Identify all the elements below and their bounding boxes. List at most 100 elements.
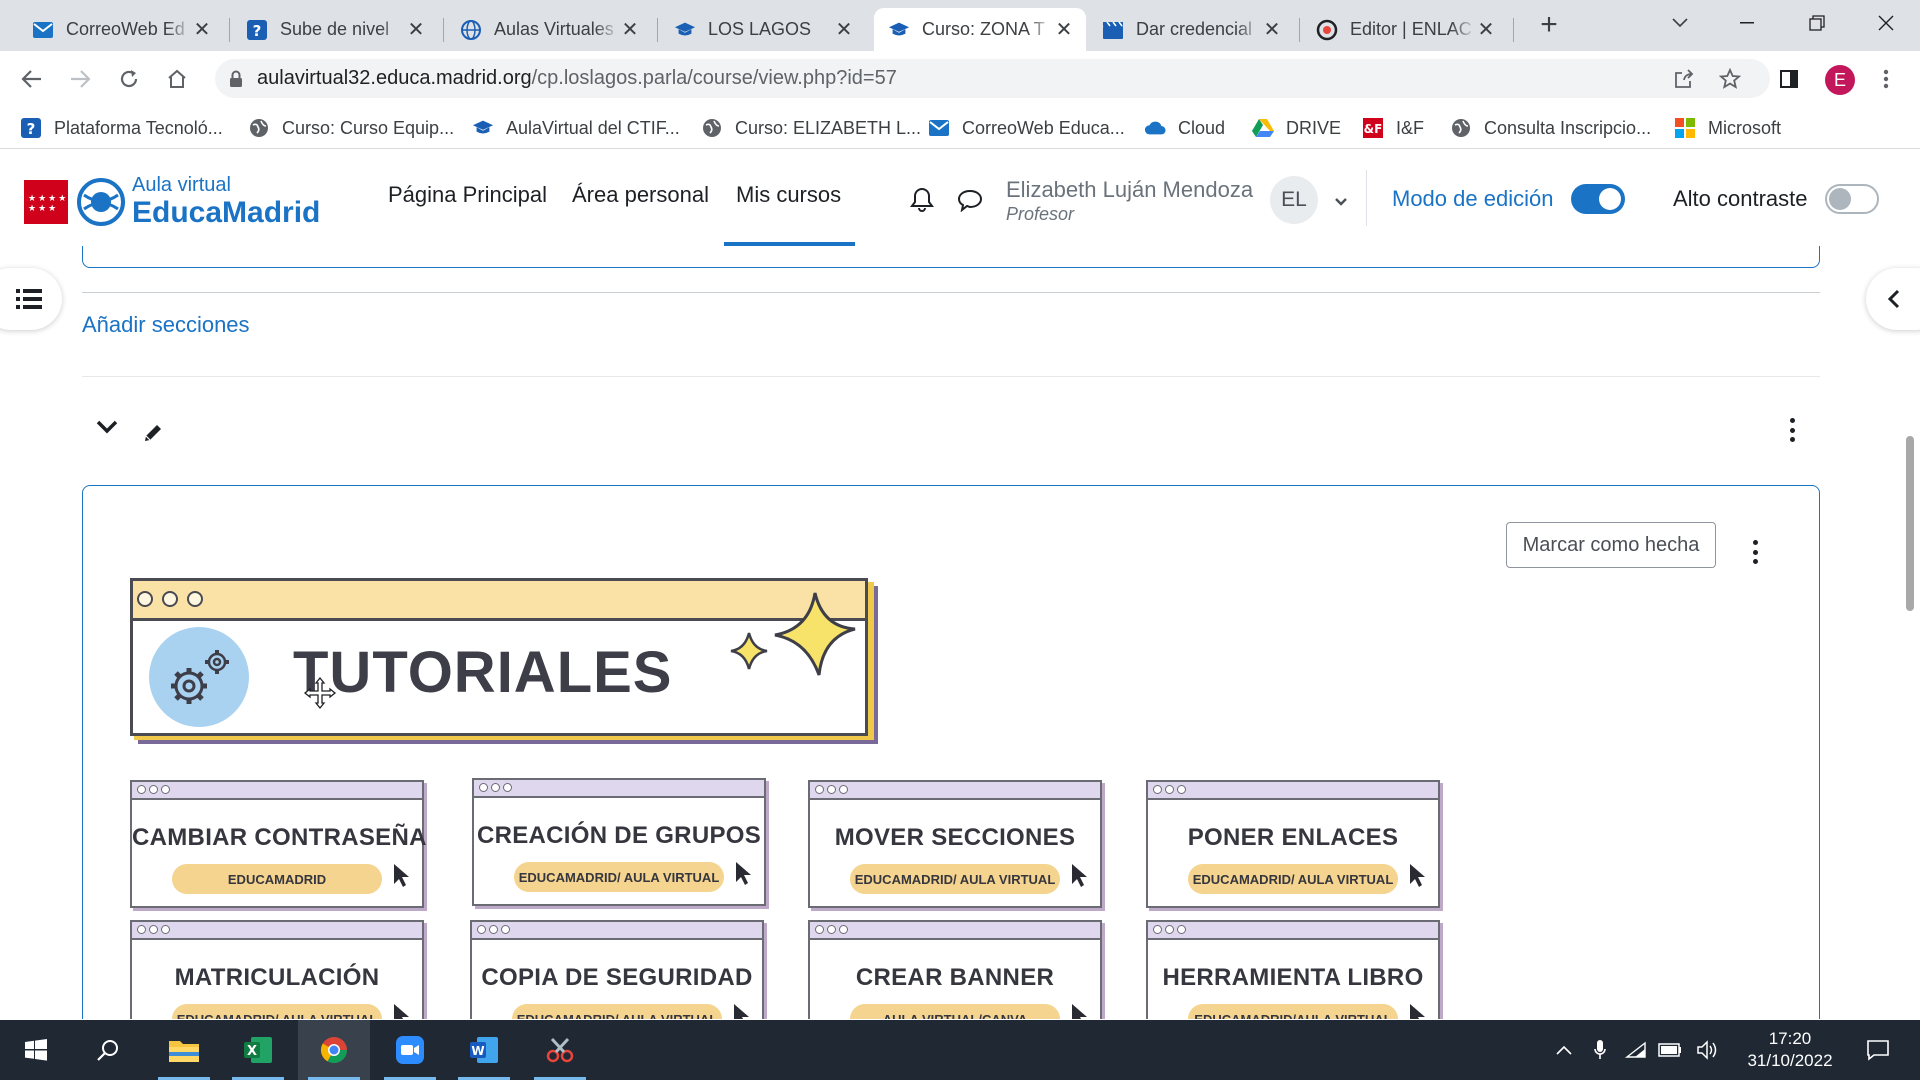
tab-title: Dar credencial (1136, 19, 1253, 39)
bookmark-item[interactable]: DRIVE (1252, 114, 1341, 142)
reload-icon[interactable] (113, 63, 145, 95)
user-menu-chevron-down-icon[interactable] (1334, 194, 1348, 212)
back-arrow-icon[interactable] (16, 63, 48, 95)
collapse-chevron-down-icon[interactable] (96, 420, 118, 439)
browser-tab[interactable]: Editor | ENLAC ✕ (1302, 8, 1508, 51)
bookmark-item[interactable]: Microsoft (1674, 114, 1781, 142)
course-index-toggle[interactable] (0, 268, 62, 330)
tutorial-tile[interactable]: CREAR BANNER AULA VIRTUAL/CANVA (808, 920, 1105, 1019)
search-icon[interactable] (72, 1020, 144, 1080)
page-scrollbar[interactable] (1906, 436, 1914, 611)
url-host: aulavirtual32.educa.madrid.org (257, 67, 532, 89)
tutorial-tile[interactable]: CREACIÓN DE GRUPOS EDUCAMADRID/ AULA VIR… (472, 778, 769, 910)
close-icon[interactable]: ✕ (1262, 17, 1282, 42)
word-icon[interactable]: W (448, 1020, 520, 1080)
share-icon[interactable] (1668, 63, 1700, 95)
browser-tab[interactable]: Dar credencial ✕ (1088, 8, 1294, 51)
messages-bubble-icon[interactable] (957, 188, 983, 217)
notifications-bell-icon[interactable] (910, 186, 934, 217)
side-panel-icon[interactable] (1773, 63, 1805, 95)
globe-icon (1450, 117, 1472, 139)
bookmark-label: CorreoWeb Educa... (962, 117, 1125, 138)
move-cursor-icon (303, 676, 337, 715)
bookmark-label: I&F (1396, 117, 1425, 138)
bookmark-item[interactable]: AulaVirtual del CTIF... (472, 114, 680, 142)
excel-icon[interactable]: X (222, 1020, 294, 1080)
tutorial-tile[interactable]: HERRAMIENTA LIBRO EDUCAMADRID/AULA VIRTU… (1146, 920, 1443, 1019)
course-content: Añadir secciones Marcar como hecha TUTOR… (0, 246, 1920, 1019)
section-menu-kebab-icon[interactable] (1788, 418, 1796, 442)
show-hidden-icons-chevron-up-icon[interactable] (1550, 1020, 1578, 1080)
nav-my-courses[interactable]: Mis cursos (736, 182, 841, 208)
taskbar-clock[interactable]: 17:20 31/10/2022 (1745, 1028, 1835, 1072)
minimize-icon[interactable] (1727, 8, 1767, 38)
brand-subtitle: Aula virtual (132, 174, 231, 196)
add-sections-link[interactable]: Añadir secciones (82, 312, 250, 338)
section-divider (82, 376, 1820, 377)
snipping-tool-icon[interactable] (524, 1020, 596, 1080)
edit-pencil-icon[interactable] (142, 422, 164, 449)
bookmark-item[interactable]: Consulta Inscripcio... (1450, 114, 1651, 142)
activity-menu-kebab-icon[interactable] (1751, 540, 1759, 564)
tutoriales-banner[interactable]: TUTORIALES (130, 578, 878, 746)
bookmark-item[interactable]: &F I&F (1362, 114, 1424, 142)
new-tab-button[interactable]: + (1535, 10, 1563, 40)
browser-tab-active[interactable]: Curso: ZONA T ✕ (874, 8, 1086, 51)
chrome-icon[interactable] (298, 1020, 370, 1080)
microphone-icon[interactable] (1586, 1020, 1614, 1080)
tutorial-tile[interactable]: CAMBIAR CONTRASEÑA EDUCAMADRID (130, 780, 427, 912)
tutorial-tile[interactable]: COPIA DE SEGURIDAD EDUCAMADRID/ AULA VIR… (470, 920, 767, 1019)
bookmark-item[interactable]: CorreoWeb Educa... (928, 114, 1125, 142)
browser-tab[interactable]: ? Sube de nivel ✕ (232, 8, 438, 51)
block-drawer-toggle[interactable] (1866, 268, 1920, 330)
bookmark-label: DRIVE (1286, 117, 1342, 138)
address-bar[interactable]: aulavirtual32.educa.madrid.org/cp.loslag… (215, 59, 1770, 98)
battery-icon[interactable] (1656, 1020, 1684, 1080)
tutorial-tile[interactable]: MATRICULACIÓN EDUCAMADRID/ AULA VIRTUAL (130, 920, 427, 1019)
bookmark-item[interactable]: ? Plataforma Tecnoló... (20, 114, 223, 142)
home-icon[interactable] (161, 63, 193, 95)
tile-subtitle: EDUCAMADRID/ AULA VIRTUAL (172, 1004, 382, 1019)
tab-separator (1513, 18, 1514, 42)
nav-home[interactable]: Página Principal (388, 182, 547, 208)
file-explorer-icon[interactable] (148, 1020, 220, 1080)
notification-center-icon[interactable] (1856, 1020, 1900, 1080)
user-avatar[interactable]: EL (1270, 176, 1318, 224)
forward-arrow-icon[interactable] (64, 63, 96, 95)
bookmark-item[interactable]: Curso: ELIZABETH L... (701, 114, 921, 142)
window-close-icon[interactable] (1866, 8, 1906, 38)
zoom-icon[interactable] (374, 1020, 446, 1080)
close-icon[interactable]: ✕ (834, 17, 854, 42)
browser-tab[interactable]: LOS LAGOS ✕ (660, 8, 866, 51)
if-icon: &F (1362, 117, 1384, 139)
tutorial-tile[interactable]: PONER ENLACES EDUCAMADRID/ AULA VIRTUAL (1146, 780, 1443, 912)
tutorial-tile[interactable]: MOVER SECCIONES EDUCAMADRID/ AULA VIRTUA… (808, 780, 1105, 912)
windows-start-icon[interactable] (0, 1020, 72, 1080)
wifi-icon[interactable] (1622, 1020, 1650, 1080)
educamadrid-logo[interactable]: ★ ★ ★ ★ ★ ★ ★ Aula virtual EducaMadrid (24, 175, 320, 228)
browser-tab[interactable]: CorreoWeb Ed ✕ (18, 8, 224, 51)
browser-menu-icon[interactable] (1870, 63, 1902, 95)
edit-mode-toggle[interactable] (1571, 184, 1625, 214)
mortarboard-icon (472, 117, 494, 139)
bookmark-item[interactable]: Cloud (1144, 114, 1225, 142)
restore-icon[interactable] (1797, 8, 1837, 38)
volume-icon[interactable] (1694, 1020, 1722, 1080)
bookmark-star-icon[interactable] (1714, 63, 1746, 95)
nav-dashboard[interactable]: Área personal (572, 182, 709, 208)
profile-avatar[interactable]: E (1825, 65, 1855, 95)
close-icon[interactable]: ✕ (406, 17, 426, 42)
close-icon[interactable]: ✕ (1054, 17, 1074, 42)
tab-search-icon[interactable] (1660, 8, 1700, 38)
close-icon[interactable]: ✕ (620, 17, 640, 42)
mark-as-done-button[interactable]: Marcar como hecha (1506, 522, 1716, 568)
close-icon[interactable]: ✕ (1476, 17, 1496, 42)
browser-tab[interactable]: Aulas Virtuales ✕ (446, 8, 652, 51)
url-path: /cp.loslagos.parla/course/view.php?id=57 (531, 67, 897, 89)
close-icon[interactable]: ✕ (192, 17, 212, 42)
bookmark-label: Cloud (1178, 117, 1226, 138)
chevron-left-icon (1888, 289, 1900, 309)
high-contrast-toggle[interactable] (1825, 184, 1879, 214)
mail-icon (32, 19, 54, 41)
bookmark-item[interactable]: Curso: Curso Equip... (248, 114, 454, 142)
